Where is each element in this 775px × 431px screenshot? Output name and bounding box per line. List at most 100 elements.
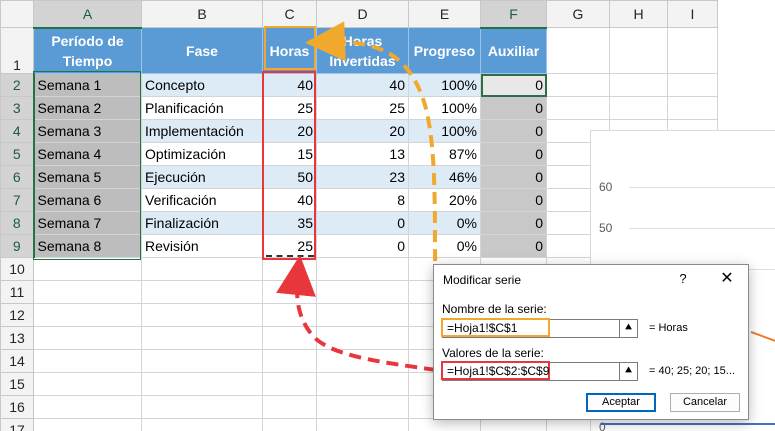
cell[interactable] [141,418,263,431]
cell-horas[interactable]: 40 [262,73,317,97]
cell[interactable] [408,418,481,431]
cell-invertidas[interactable]: 0 [316,234,409,258]
cell-fase[interactable]: Revisión [141,234,263,258]
cell-progreso[interactable]: 0% [408,234,481,258]
help-icon[interactable]: ? [676,271,690,286]
row-number[interactable]: 3 [0,96,35,120]
cell[interactable] [141,303,263,327]
row-number[interactable]: 12 [0,303,34,327]
cell[interactable] [316,303,409,327]
cell-auxiliar[interactable]: 0 [480,234,547,258]
cell-horas[interactable]: 25 [262,96,317,120]
header-invertidas[interactable]: Horas Invertidas [316,27,409,74]
column-header-f[interactable]: F [480,0,547,29]
row-number[interactable]: 14 [0,349,34,373]
cell-fase[interactable]: Concepto [141,73,263,97]
cell-auxiliar-active[interactable]: 0 [480,73,547,97]
row-number[interactable]: 16 [0,395,34,419]
select-all-corner[interactable] [0,0,34,28]
cell-periodo[interactable]: Semana 8 [33,234,142,258]
cell-invertidas[interactable]: 0 [316,211,409,235]
row-number[interactable]: 4 [0,119,35,143]
cell-periodo[interactable]: Semana 1 [33,73,142,97]
cell-progreso[interactable]: 100% [408,73,481,97]
cell-fase[interactable]: Ejecución [141,165,263,189]
row-number[interactable]: 1 [0,27,34,74]
cell-invertidas[interactable]: 25 [316,96,409,120]
cell[interactable] [141,326,263,350]
cell-auxiliar[interactable]: 0 [480,119,547,143]
cell[interactable] [33,349,142,373]
cell-invertidas[interactable]: 23 [316,165,409,189]
cell[interactable] [33,280,142,304]
cell[interactable] [141,280,263,304]
series-name-input[interactable]: =Hoja1!$C$1 [441,318,550,337]
cell[interactable] [33,372,142,396]
cell[interactable] [316,418,409,431]
column-header-d[interactable]: D [316,0,409,28]
cell[interactable] [546,73,610,97]
row-number[interactable]: 2 [0,73,35,97]
cell-horas[interactable]: 25 [262,234,317,258]
column-header-e[interactable]: E [408,0,481,28]
cell-progreso[interactable]: 100% [408,96,481,120]
cell[interactable] [316,372,409,396]
cell-periodo[interactable]: Semana 2 [33,96,142,120]
cell-fase[interactable]: Planificación [141,96,263,120]
cell-auxiliar[interactable]: 0 [480,211,547,235]
header-horas[interactable]: Horas [262,27,317,74]
cell-auxiliar[interactable]: 0 [480,188,547,212]
collapse-dialog-icon[interactable]: ⯅ [619,362,638,381]
cell-horas[interactable]: 40 [262,188,317,212]
row-number[interactable]: 5 [0,142,35,166]
cancel-button[interactable]: Cancelar [670,393,740,412]
cell-horas[interactable]: 35 [262,211,317,235]
cell-auxiliar[interactable]: 0 [480,165,547,189]
cell[interactable] [33,257,142,281]
cell-horas[interactable]: 15 [262,142,317,166]
row-number[interactable]: 15 [0,372,34,396]
cell[interactable] [667,96,718,120]
cell-fase[interactable]: Finalización [141,211,263,235]
cell[interactable] [262,257,317,281]
column-header-g[interactable]: G [546,0,610,28]
series-values-input[interactable]: =Hoja1!$C$2:$C$9 [441,361,550,380]
cell[interactable] [609,73,668,97]
cell[interactable] [546,27,610,74]
column-header-a[interactable]: A [33,0,142,29]
cell-invertidas[interactable]: 13 [316,142,409,166]
cell[interactable] [262,349,317,373]
cell[interactable] [141,372,263,396]
cell[interactable] [316,280,409,304]
cell[interactable] [33,303,142,327]
cell-progreso[interactable]: 46% [408,165,481,189]
cell[interactable] [262,326,317,350]
accept-button[interactable]: Aceptar [586,393,656,412]
cell[interactable] [546,96,610,120]
cell-auxiliar[interactable]: 0 [480,96,547,120]
cell[interactable] [33,418,142,431]
row-number[interactable]: 6 [0,165,35,189]
cell-invertidas[interactable]: 40 [316,73,409,97]
cell-periodo[interactable]: Semana 3 [33,119,142,143]
cell-auxiliar[interactable]: 0 [480,142,547,166]
cell-invertidas[interactable]: 8 [316,188,409,212]
row-number[interactable]: 11 [0,280,34,304]
row-number[interactable]: 8 [0,211,35,235]
row-number[interactable]: 17 [0,418,34,431]
column-header-c[interactable]: C [262,0,317,28]
cell[interactable] [316,349,409,373]
cell-progreso[interactable]: 20% [408,188,481,212]
collapse-dialog-icon[interactable]: ⯅ [619,319,638,338]
cell-periodo[interactable]: Semana 4 [33,142,142,166]
cell[interactable] [262,395,317,419]
row-number[interactable]: 7 [0,188,35,212]
cell[interactable] [316,257,409,281]
header-periodo[interactable]: Período de Tiempo [33,27,142,74]
cell-periodo[interactable]: Semana 6 [33,188,142,212]
cell-progreso[interactable]: 0% [408,211,481,235]
cell[interactable] [262,303,317,327]
close-icon[interactable]: ✕ [717,268,737,288]
cell-periodo[interactable]: Semana 5 [33,165,142,189]
cell[interactable] [141,257,263,281]
